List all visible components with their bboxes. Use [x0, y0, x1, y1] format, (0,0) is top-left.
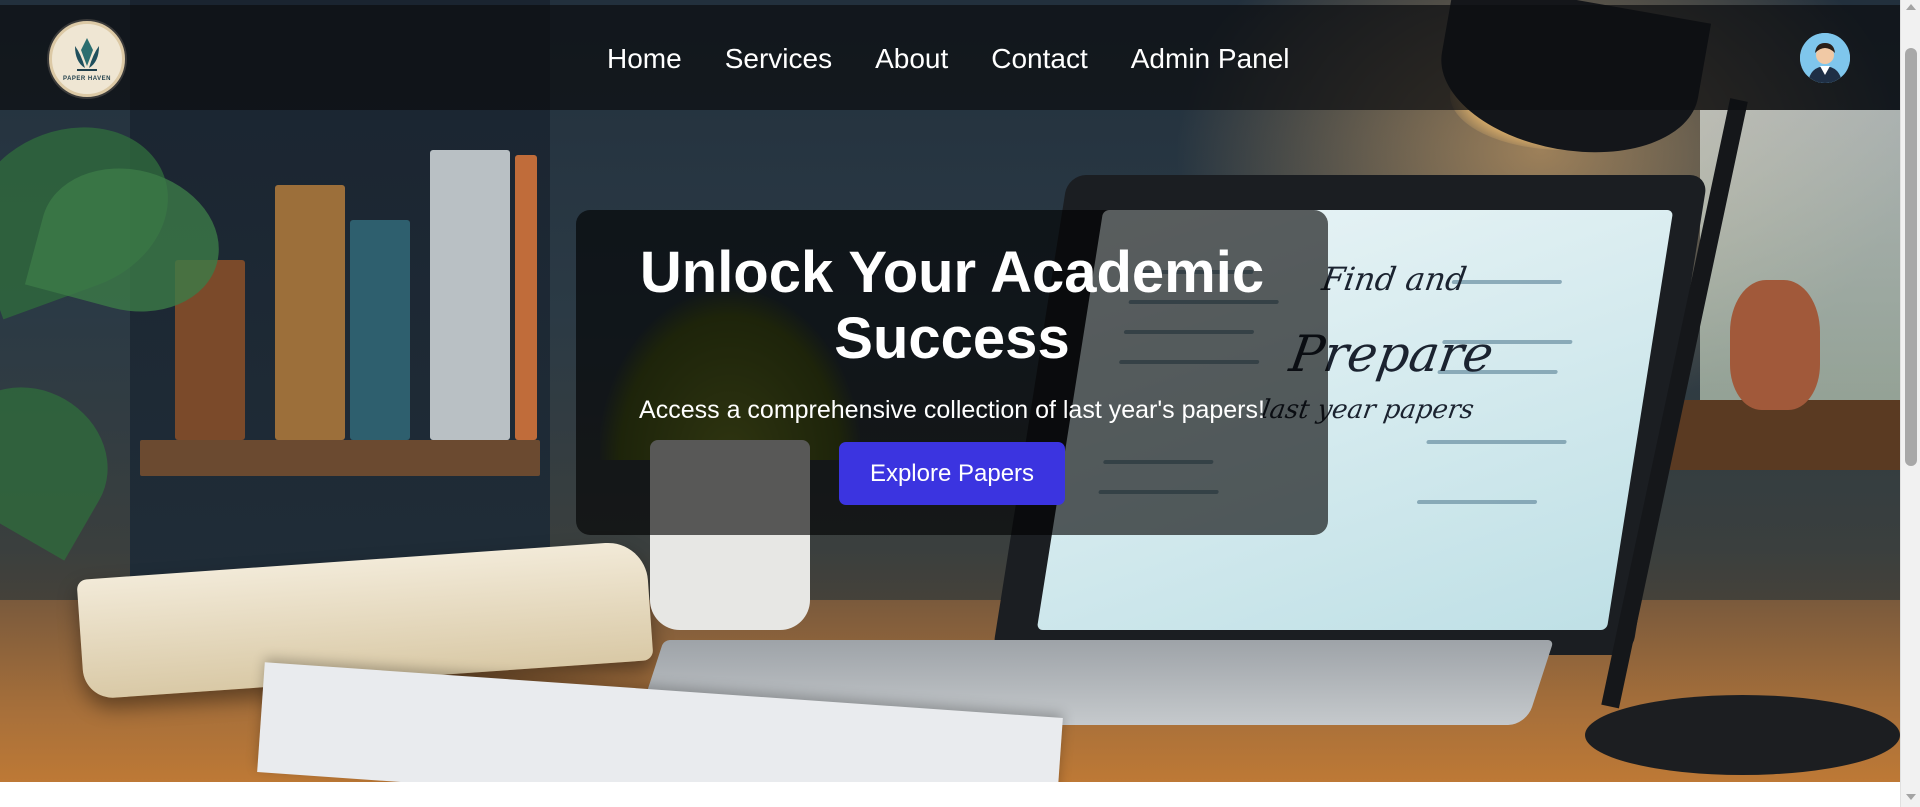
book	[430, 150, 510, 440]
shelf-board	[140, 440, 540, 476]
hero-title: Unlock Your Academic Success	[639, 240, 1265, 371]
vase	[1730, 280, 1820, 410]
hero-subtitle: Access a comprehensive collection of las…	[639, 396, 1265, 424]
doc-line	[1426, 440, 1567, 444]
book	[515, 155, 537, 440]
plant-leaf	[0, 359, 135, 561]
scroll-up-arrow-icon[interactable]	[1906, 4, 1916, 10]
logo-text: PAPER HAVEN	[63, 76, 111, 82]
doc-line	[1416, 500, 1538, 504]
book	[350, 220, 410, 440]
screen-text-line1: Find and	[1319, 260, 1470, 298]
nav-link-admin-panel[interactable]: Admin Panel	[1131, 43, 1290, 75]
hero-card: Unlock Your Academic Success Access a co…	[576, 210, 1328, 535]
leaf-emblem-icon	[75, 38, 99, 71]
site-logo[interactable]: PAPER HAVEN	[49, 21, 125, 97]
book	[275, 185, 345, 440]
scroll-down-arrow-icon[interactable]	[1906, 794, 1916, 800]
page: Find and Prepare last year papers PAPER …	[0, 0, 1900, 807]
user-avatar-icon	[1800, 33, 1850, 83]
doc-line	[1451, 280, 1563, 284]
desk-lamp-base	[1585, 695, 1900, 775]
main-nav: Home Services About Contact Admin Panel	[607, 43, 1290, 75]
vertical-scrollbar[interactable]	[1900, 0, 1920, 807]
scrollbar-thumb[interactable]	[1905, 48, 1917, 466]
nav-link-home[interactable]: Home	[607, 43, 682, 75]
user-avatar[interactable]	[1800, 33, 1850, 83]
nav-link-about[interactable]: About	[875, 43, 948, 75]
explore-papers-button[interactable]: Explore Papers	[839, 442, 1065, 505]
top-navbar: PAPER HAVEN Home Services About Contact …	[0, 5, 1900, 110]
nav-link-services[interactable]: Services	[725, 43, 832, 75]
nav-link-contact[interactable]: Contact	[991, 43, 1088, 75]
